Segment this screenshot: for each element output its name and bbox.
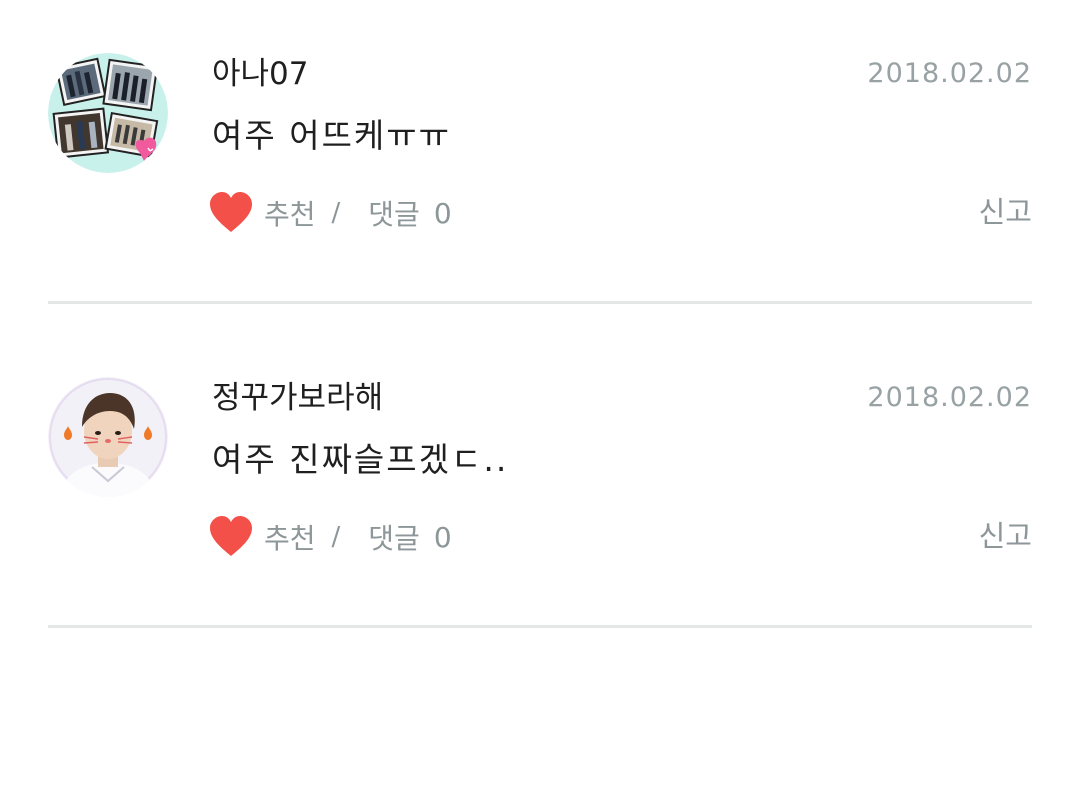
separator: / bbox=[331, 522, 341, 552]
comment-item: 아나07 2018.02.02 여주 어뜨케ㅠㅠ 추천 / 댓글 0 신고 bbox=[48, 0, 1032, 324]
comment-actions: 추천 / 댓글 0 bbox=[208, 514, 452, 560]
reply-count: 0 bbox=[433, 520, 452, 554]
reply-count: 0 bbox=[433, 196, 452, 230]
avatar[interactable] bbox=[48, 53, 168, 173]
recommend-button[interactable]: 추천 bbox=[264, 517, 316, 557]
comment-author[interactable]: 아나07 bbox=[212, 52, 309, 96]
heart-icon[interactable] bbox=[208, 190, 254, 236]
comment-text: 여주 어뜨케ㅠㅠ bbox=[212, 116, 452, 155]
heart-icon[interactable] bbox=[208, 514, 254, 560]
separator: / bbox=[331, 198, 341, 228]
comment-item: 정꾸가보라해 2018.02.02 여주 진짜슬프겠ㄷ.. 추천 / 댓글 0 … bbox=[48, 324, 1032, 648]
report-button[interactable]: 신고 bbox=[979, 514, 1032, 558]
comment-author[interactable]: 정꾸가보라해 bbox=[212, 376, 383, 420]
photo-collage-avatar-image bbox=[48, 53, 168, 173]
report-button[interactable]: 신고 bbox=[979, 190, 1032, 234]
reply-button[interactable]: 댓글 bbox=[368, 517, 420, 557]
person-photo-avatar-image bbox=[48, 377, 168, 497]
reply-button[interactable]: 댓글 bbox=[368, 193, 420, 233]
avatar[interactable] bbox=[48, 377, 168, 497]
comment-text: 여주 진짜슬프겠ㄷ.. bbox=[212, 440, 509, 479]
divider bbox=[48, 625, 1032, 628]
recommend-button[interactable]: 추천 bbox=[264, 193, 316, 233]
divider bbox=[48, 301, 1032, 304]
comment-date: 2018.02.02 bbox=[867, 58, 1032, 89]
comment-date: 2018.02.02 bbox=[867, 382, 1032, 413]
comment-actions: 추천 / 댓글 0 bbox=[208, 190, 452, 236]
